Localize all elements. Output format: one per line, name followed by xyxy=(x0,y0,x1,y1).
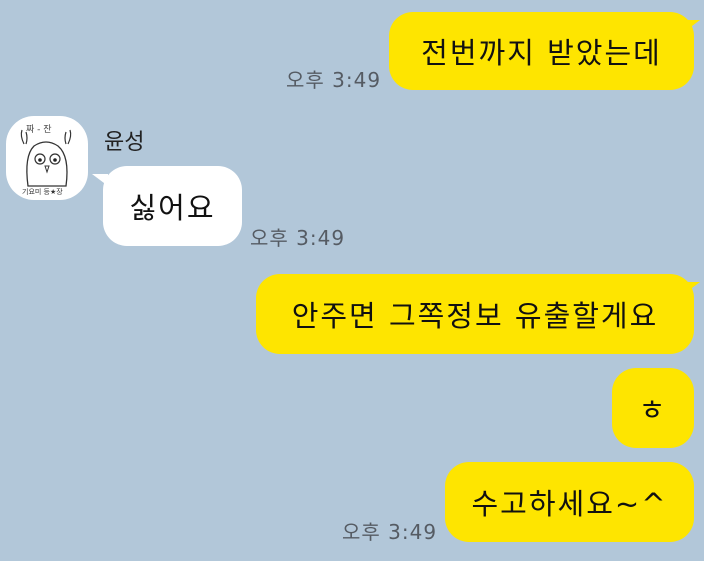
message-bubble-received[interactable]: 싫어요 xyxy=(103,166,242,246)
avatar-bottom-caption: 기요미 등★장 xyxy=(22,187,63,196)
message-timestamp: 오후 3:49 xyxy=(342,520,438,544)
message-timestamp: 오후 3:49 xyxy=(286,68,382,92)
message-bubble-sent[interactable]: ㅎ xyxy=(612,368,694,448)
message-text: 전번까지 받았는데 xyxy=(421,36,662,70)
message-text: 안주면 그쪽정보 유출할게요 xyxy=(291,299,659,333)
bubble-tail xyxy=(684,282,700,294)
bubble-tail xyxy=(92,174,108,186)
owl-sketch-icon: 짜 - 잔 기요미 등★장 xyxy=(20,124,72,196)
message-text: 수고하세요~^ xyxy=(471,487,668,521)
message-timestamp: 오후 3:49 xyxy=(250,226,346,250)
message-bubble-sent[interactable]: 안주면 그쪽정보 유출할게요 xyxy=(256,274,694,354)
message-bubble-sent[interactable]: 전번까지 받았는데 xyxy=(389,12,694,90)
sender-name: 윤성 xyxy=(104,130,145,155)
message-bubble-sent[interactable]: 수고하세요~^ xyxy=(445,462,694,542)
avatar[interactable]: 짜 - 잔 기요미 등★장 xyxy=(6,116,88,200)
message-text: 싫어요 xyxy=(129,191,216,225)
bubble-tail xyxy=(684,20,700,32)
message-text: ㅎ xyxy=(638,393,668,427)
avatar-top-caption: 짜 - 잔 xyxy=(26,124,52,135)
